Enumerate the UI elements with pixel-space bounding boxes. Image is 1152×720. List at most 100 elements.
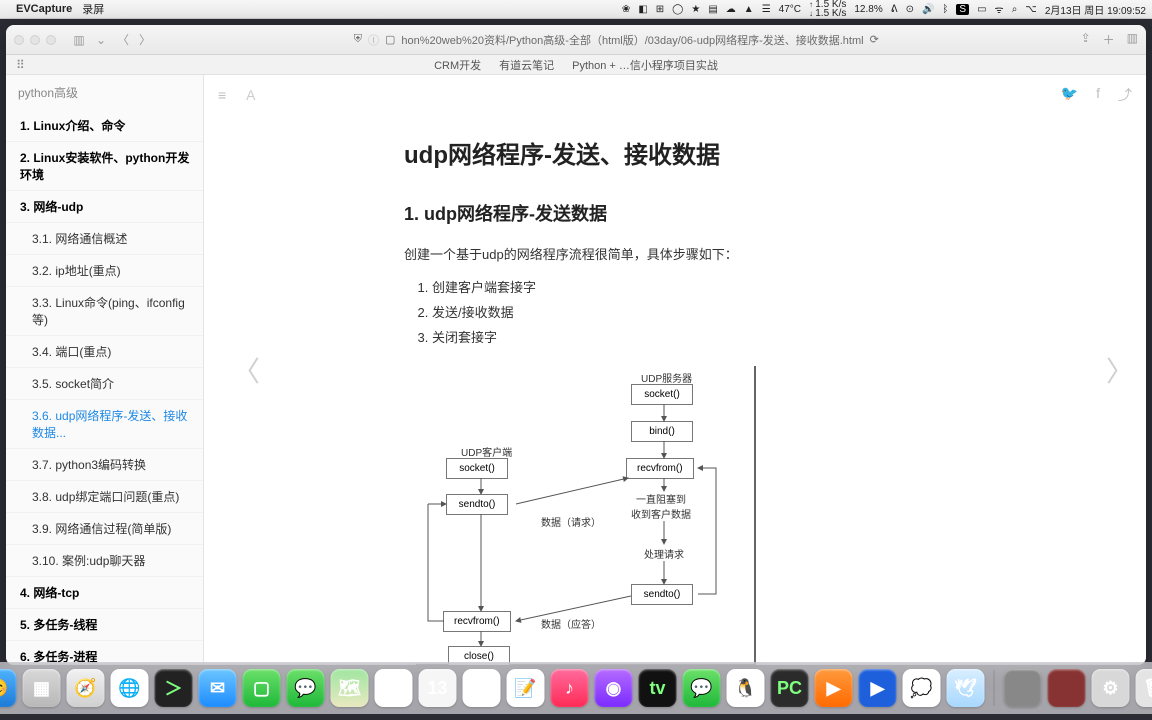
toc-item-2[interactable]: 3. 网络-udp [6, 191, 203, 223]
dock-app-trash[interactable]: 🗑 [1136, 669, 1152, 707]
page-content: python高级 1. Linux介绍、命令2. Linux安装软件、pytho… [6, 75, 1146, 665]
share-page-icon[interactable]: ⤴ [1118, 85, 1132, 105]
share-icon[interactable]: ⇪ [1081, 31, 1091, 48]
dock-app-mail[interactable]: ✉ [199, 669, 237, 707]
new-tab-icon[interactable]: ＋ [1103, 31, 1115, 48]
status-icon-5[interactable]: ★ [691, 4, 700, 15]
dock-app-desktop2[interactable] [1048, 669, 1086, 707]
server-sendto-box: sendto() [631, 584, 693, 605]
menu-record[interactable]: 录屏 [82, 1, 104, 17]
favorite-1[interactable]: CRM开发 [434, 57, 481, 73]
menubar-status: ❀ ◧ ⊞ ◯ ★ ▤ ☁ ▲ ☰ 47°C ↑ 1.5 K/s↓ 1.5 K/… [622, 0, 1146, 18]
control-center-icon[interactable]: ⌥ [1025, 4, 1037, 15]
status-icon-8[interactable]: ▲ [744, 4, 754, 15]
dock-app-desktop1[interactable] [1004, 669, 1042, 707]
next-page-button[interactable]: 〉 [1106, 350, 1134, 390]
toc-item-14[interactable]: 5. 多任务-线程 [6, 609, 203, 641]
section-heading: 1. udp网络程序-发送数据 [404, 200, 1026, 226]
facebook-icon[interactable]: f [1096, 85, 1100, 105]
bluetooth-icon[interactable]: ᛒ [942, 4, 948, 15]
dock-app-music[interactable]: ♪ [551, 669, 589, 707]
toc-item-10[interactable]: 3.8. udp绑定端口问题(重点) [6, 481, 203, 513]
toc-item-3[interactable]: 3.1. 网络通信概述 [6, 223, 203, 255]
minimize-window-button[interactable] [30, 35, 40, 45]
dock-app-chat[interactable]: 💭 [903, 669, 941, 707]
toc-item-12[interactable]: 3.10. 案例:udp聊天器 [6, 545, 203, 577]
status-icon-2[interactable]: ◧ [638, 4, 647, 15]
intro-paragraph: 创建一个基于udp的网络程序流程很简单，具体步骤如下： [404, 244, 1026, 263]
request-label: 数据（请求） [541, 514, 601, 529]
status-icon-4[interactable]: ◯ [672, 4, 683, 15]
dock-app-evcapture[interactable]: 🕊 [947, 669, 985, 707]
article-main: ≡ A 🐦 f ⤴ 〈 〉 udp网络程序-发送、接收数据 1. udp网络程序… [204, 75, 1146, 665]
back-button[interactable]: 〈 [116, 31, 130, 48]
toc-item-5[interactable]: 3.3. Linux命令(ping、ifconfig等) [6, 287, 203, 336]
chevron-down-icon[interactable]: ⌄ [94, 33, 108, 47]
dock-app-reminders[interactable]: ☰ [463, 669, 501, 707]
lock-icon: ▢ [385, 33, 395, 46]
dock-app-messages[interactable]: 💬 [287, 669, 325, 707]
favorite-2[interactable]: 有道云笔记 [499, 57, 554, 73]
server-process-label: 处理请求 [644, 546, 684, 561]
status-circle-icon[interactable]: ⊙ [906, 4, 914, 15]
toc-item-9[interactable]: 3.7. python3编码转换 [6, 449, 203, 481]
safari-window: ▥ ⌄ 〈 〉 ⛨ Ⓘ ▢ hon%20web%20资料/Python高级-全部… [6, 25, 1146, 665]
favorites-grid-icon[interactable]: ⠿ [16, 58, 25, 72]
step-1: 创建客户端套接字 [432, 277, 1026, 296]
maximize-window-button[interactable] [46, 35, 56, 45]
status-icon-1[interactable]: ❀ [622, 4, 630, 15]
status-icon-3[interactable]: ⊞ [656, 4, 664, 15]
step-3: 关闭套接字 [432, 327, 1026, 346]
status-icon-9[interactable]: ☰ [762, 4, 771, 15]
toc-item-13[interactable]: 4. 网络-tcp [6, 577, 203, 609]
toc-item-8[interactable]: 3.6. udp网络程序-发送、接收数据... [6, 400, 203, 449]
toc-item-0[interactable]: 1. Linux介绍、命令 [6, 110, 203, 142]
volume-icon[interactable]: 🔊 [922, 4, 934, 15]
dock-app-settings[interactable]: ⚙ [1092, 669, 1130, 707]
dock-app-finder[interactable]: 😊 [0, 669, 17, 707]
tabs-icon[interactable]: ▥ [1127, 31, 1138, 48]
reload-icon[interactable]: ⟳ [870, 33, 879, 46]
dock-app-app2[interactable]: ▶ [859, 669, 897, 707]
url-text: hon%20web%20资料/Python高级-全部（html版）/03day/… [401, 32, 863, 48]
app-name[interactable]: EVCapture [16, 3, 72, 15]
dock-app-launchpad[interactable]: ▦ [23, 669, 61, 707]
twitter-icon[interactable]: 🐦 [1061, 85, 1078, 105]
dock-app-safari[interactable]: 🧭 [67, 669, 105, 707]
address-bar[interactable]: ⛨ Ⓘ ▢ hon%20web%20资料/Python高级-全部（html版）/… [160, 32, 1073, 48]
server-socket-box: socket() [631, 384, 693, 405]
dock-app-qq[interactable]: 🐧 [727, 669, 765, 707]
dock-app-app1[interactable]: ▶ [815, 669, 853, 707]
battery-icon[interactable]: ▭ [977, 4, 986, 15]
dock-app-terminal[interactable]: ＞ [155, 669, 193, 707]
toc-item-1[interactable]: 2. Linux安装软件、python开发环境 [6, 142, 203, 191]
status-icon-7[interactable]: ☁ [726, 4, 736, 15]
toc-item-11[interactable]: 3.9. 网络通信过程(简单版) [6, 513, 203, 545]
dock-app-tv[interactable]: tv [639, 669, 677, 707]
favorite-3[interactable]: Python + …信小程序项目实战 [572, 57, 718, 73]
font-icon[interactable]: A [246, 87, 255, 103]
toc-item-6[interactable]: 3.4. 端口(重点) [6, 336, 203, 368]
dock-app-maps[interactable]: 🗺 [331, 669, 369, 707]
menu-icon[interactable]: ≡ [218, 87, 226, 103]
clock[interactable]: 2月13日 周日 19:09:52 [1045, 2, 1146, 17]
close-window-button[interactable] [14, 35, 24, 45]
search-icon[interactable]: ⌕ [1012, 4, 1018, 15]
dock-app-podcasts[interactable]: ◉ [595, 669, 633, 707]
status-s-icon[interactable]: S [956, 4, 969, 15]
toc-item-7[interactable]: 3.5. socket简介 [6, 368, 203, 400]
sidebar-toggle-icon[interactable]: ▥ [72, 33, 86, 47]
dock-app-calendar[interactable]: 13 [419, 669, 457, 707]
forward-button[interactable]: 〉 [138, 31, 152, 48]
dock-app-pycharm[interactable]: PC [771, 669, 809, 707]
status-icon-6[interactable]: ▤ [708, 4, 717, 15]
dock-app-facetime[interactable]: ▢ [243, 669, 281, 707]
dock-app-chrome[interactable]: 🌐 [111, 669, 149, 707]
prev-page-button[interactable]: 〈 [232, 350, 260, 390]
dock-app-photos[interactable]: ✿ [375, 669, 413, 707]
running-icon[interactable]: ᕕ [891, 4, 898, 15]
toc-item-4[interactable]: 3.2. ip地址(重点) [6, 255, 203, 287]
wifi-icon[interactable]: ᯤ [995, 2, 1004, 16]
dock-app-wechat[interactable]: 💬 [683, 669, 721, 707]
dock-app-notes[interactable]: 📝 [507, 669, 545, 707]
